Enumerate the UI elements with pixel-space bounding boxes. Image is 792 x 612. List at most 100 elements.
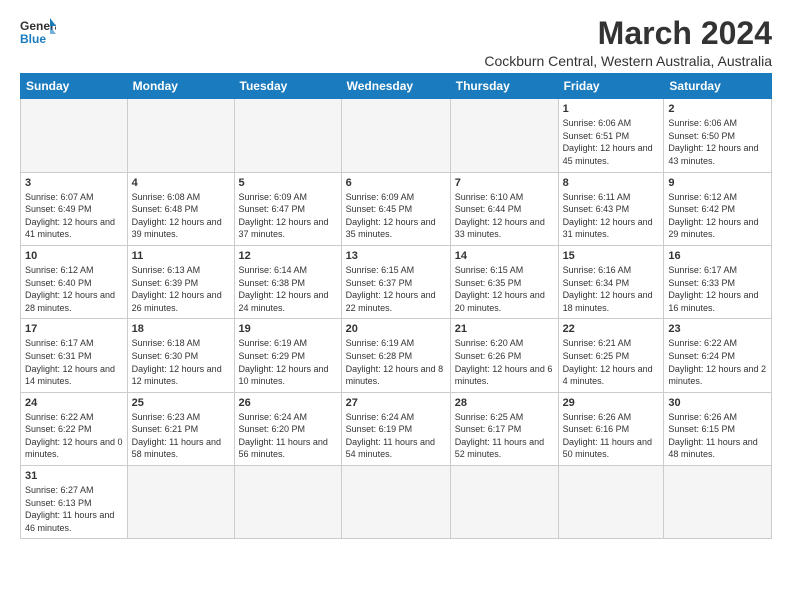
day-number: 19 bbox=[239, 323, 337, 335]
day-cell: 20 Sunrise: 6:19 AM Sunset: 6:28 PM Dayli… bbox=[341, 319, 450, 392]
day-cell: 31Sunrise: 6:27 AM Sunset: 6:13 PM Dayli… bbox=[21, 466, 128, 539]
day-cell: 30Sunrise: 6:26 AM Sunset: 6:15 PM Dayli… bbox=[664, 392, 772, 465]
title-area: March 2024 Cockburn Central, Western Aus… bbox=[484, 16, 772, 69]
day-header-wednesday: Wednesday bbox=[341, 74, 450, 99]
header: General Blue March 2024 Cockburn Central… bbox=[20, 16, 772, 69]
day-number: 23 bbox=[668, 323, 767, 335]
day-cell: 19 Sunrise: 6:19 AM Sunset: 6:29 PM Dayli… bbox=[234, 319, 341, 392]
day-info: Sunrise: 6:07 AM Sunset: 6:49 PM Dayligh… bbox=[25, 191, 123, 241]
day-cell bbox=[558, 466, 664, 539]
day-info: Sunrise: 6:26 AM Sunset: 6:16 PM Dayligh… bbox=[563, 411, 660, 461]
day-info: Sunrise: 6:10 AM Sunset: 6:44 PM Dayligh… bbox=[455, 191, 554, 241]
day-number: 16 bbox=[668, 250, 767, 262]
day-cell: 12 Sunrise: 6:14 AM Sunset: 6:38 PM Dayli… bbox=[234, 245, 341, 318]
day-header-sunday: Sunday bbox=[21, 74, 128, 99]
day-cell: 14 Sunrise: 6:15 AM Sunset: 6:35 PM Dayli… bbox=[450, 245, 558, 318]
day-cell: 6 Sunrise: 6:09 AM Sunset: 6:45 PM Daylig… bbox=[341, 172, 450, 245]
day-info: Sunrise: 6:22 AM Sunset: 6:22 PM Dayligh… bbox=[25, 411, 123, 461]
week-row-3: 10 Sunrise: 6:12 AM Sunset: 6:40 PM Dayli… bbox=[21, 245, 772, 318]
day-info: Sunrise: 6:13 AM Sunset: 6:39 PM Dayligh… bbox=[132, 264, 230, 314]
day-info: Sunrise: 6:24 AM Sunset: 6:19 PM Dayligh… bbox=[346, 411, 446, 461]
day-info: Sunrise: 6:22 AM Sunset: 6:24 PM Dayligh… bbox=[668, 337, 767, 387]
week-row-6: 31Sunrise: 6:27 AM Sunset: 6:13 PM Dayli… bbox=[21, 466, 772, 539]
day-cell: 5 Sunrise: 6:09 AM Sunset: 6:47 PM Daylig… bbox=[234, 172, 341, 245]
day-cell: 28Sunrise: 6:25 AM Sunset: 6:17 PM Dayli… bbox=[450, 392, 558, 465]
day-number: 14 bbox=[455, 250, 554, 262]
day-info: Sunrise: 6:27 AM Sunset: 6:13 PM Dayligh… bbox=[25, 484, 123, 534]
day-cell: 23 Sunrise: 6:22 AM Sunset: 6:24 PM Dayli… bbox=[664, 319, 772, 392]
day-info: Sunrise: 6:06 AM Sunset: 6:50 PM Dayligh… bbox=[668, 117, 767, 167]
day-info: Sunrise: 6:09 AM Sunset: 6:45 PM Dayligh… bbox=[346, 191, 446, 241]
day-info: Sunrise: 6:06 AM Sunset: 6:51 PM Dayligh… bbox=[563, 117, 660, 167]
day-info: Sunrise: 6:17 AM Sunset: 6:33 PM Dayligh… bbox=[668, 264, 767, 314]
day-cell: 24 Sunrise: 6:22 AM Sunset: 6:22 PM Dayli… bbox=[21, 392, 128, 465]
day-info: Sunrise: 6:19 AM Sunset: 6:28 PM Dayligh… bbox=[346, 337, 446, 387]
day-info: Sunrise: 6:12 AM Sunset: 6:40 PM Dayligh… bbox=[25, 264, 123, 314]
day-number: 25 bbox=[132, 397, 230, 409]
day-number: 6 bbox=[346, 177, 446, 189]
day-header-monday: Monday bbox=[127, 74, 234, 99]
day-cell: 22Sunrise: 6:21 AM Sunset: 6:25 PM Dayli… bbox=[558, 319, 664, 392]
day-number: 8 bbox=[563, 177, 660, 189]
day-number: 12 bbox=[239, 250, 337, 262]
logo: General Blue bbox=[20, 16, 56, 46]
day-cell bbox=[127, 466, 234, 539]
day-cell bbox=[127, 99, 234, 172]
day-cell: 27 Sunrise: 6:24 AM Sunset: 6:19 PM Dayli… bbox=[341, 392, 450, 465]
day-info: Sunrise: 6:20 AM Sunset: 6:26 PM Dayligh… bbox=[455, 337, 554, 387]
day-number: 27 bbox=[346, 397, 446, 409]
week-row-1: 1 Sunrise: 6:06 AM Sunset: 6:51 PM Daylig… bbox=[21, 99, 772, 172]
day-number: 10 bbox=[25, 250, 123, 262]
day-cell bbox=[450, 466, 558, 539]
day-info: Sunrise: 6:11 AM Sunset: 6:43 PM Dayligh… bbox=[563, 191, 660, 241]
week-row-2: 3Sunrise: 6:07 AM Sunset: 6:49 PM Daylig… bbox=[21, 172, 772, 245]
day-number: 4 bbox=[132, 177, 230, 189]
day-info: Sunrise: 6:09 AM Sunset: 6:47 PM Dayligh… bbox=[239, 191, 337, 241]
day-cell: 10 Sunrise: 6:12 AM Sunset: 6:40 PM Dayli… bbox=[21, 245, 128, 318]
day-info: Sunrise: 6:08 AM Sunset: 6:48 PM Dayligh… bbox=[132, 191, 230, 241]
day-number: 29 bbox=[563, 397, 660, 409]
day-number: 18 bbox=[132, 323, 230, 335]
day-number: 1 bbox=[563, 103, 660, 115]
day-cell: 7Sunrise: 6:10 AM Sunset: 6:44 PM Daylig… bbox=[450, 172, 558, 245]
day-cell bbox=[664, 466, 772, 539]
week-row-5: 24 Sunrise: 6:22 AM Sunset: 6:22 PM Dayli… bbox=[21, 392, 772, 465]
day-cell: 2Sunrise: 6:06 AM Sunset: 6:50 PM Daylig… bbox=[664, 99, 772, 172]
day-cell: 8 Sunrise: 6:11 AM Sunset: 6:43 PM Daylig… bbox=[558, 172, 664, 245]
day-cell: 13 Sunrise: 6:15 AM Sunset: 6:37 PM Dayli… bbox=[341, 245, 450, 318]
day-info: Sunrise: 6:17 AM Sunset: 6:31 PM Dayligh… bbox=[25, 337, 123, 387]
month-title: March 2024 bbox=[484, 16, 772, 51]
day-number: 22 bbox=[563, 323, 660, 335]
day-cell bbox=[341, 466, 450, 539]
day-number: 17 bbox=[25, 323, 123, 335]
day-cell bbox=[234, 466, 341, 539]
day-info: Sunrise: 6:14 AM Sunset: 6:38 PM Dayligh… bbox=[239, 264, 337, 314]
day-cell: 9 Sunrise: 6:12 AM Sunset: 6:42 PM Daylig… bbox=[664, 172, 772, 245]
day-number: 20 bbox=[346, 323, 446, 335]
day-cell bbox=[341, 99, 450, 172]
day-number: 24 bbox=[25, 397, 123, 409]
day-cell: 4 Sunrise: 6:08 AM Sunset: 6:48 PM Daylig… bbox=[127, 172, 234, 245]
day-number: 13 bbox=[346, 250, 446, 262]
day-info: Sunrise: 6:15 AM Sunset: 6:35 PM Dayligh… bbox=[455, 264, 554, 314]
day-cell: 21Sunrise: 6:20 AM Sunset: 6:26 PM Dayli… bbox=[450, 319, 558, 392]
day-number: 5 bbox=[239, 177, 337, 189]
location-subtitle: Cockburn Central, Western Australia, Aus… bbox=[484, 53, 772, 69]
week-row-4: 17 Sunrise: 6:17 AM Sunset: 6:31 PM Dayli… bbox=[21, 319, 772, 392]
day-cell: 11Sunrise: 6:13 AM Sunset: 6:39 PM Dayli… bbox=[127, 245, 234, 318]
day-info: Sunrise: 6:12 AM Sunset: 6:42 PM Dayligh… bbox=[668, 191, 767, 241]
day-number: 9 bbox=[668, 177, 767, 189]
day-cell bbox=[234, 99, 341, 172]
day-number: 15 bbox=[563, 250, 660, 262]
day-info: Sunrise: 6:15 AM Sunset: 6:37 PM Dayligh… bbox=[346, 264, 446, 314]
day-cell bbox=[450, 99, 558, 172]
day-header-thursday: Thursday bbox=[450, 74, 558, 99]
day-info: Sunrise: 6:19 AM Sunset: 6:29 PM Dayligh… bbox=[239, 337, 337, 387]
day-number: 26 bbox=[239, 397, 337, 409]
day-header-friday: Friday bbox=[558, 74, 664, 99]
day-info: Sunrise: 6:25 AM Sunset: 6:17 PM Dayligh… bbox=[455, 411, 554, 461]
calendar-table: SundayMondayTuesdayWednesdayThursdayFrid… bbox=[20, 73, 772, 539]
day-header-saturday: Saturday bbox=[664, 74, 772, 99]
day-cell: 18Sunrise: 6:18 AM Sunset: 6:30 PM Dayli… bbox=[127, 319, 234, 392]
day-info: Sunrise: 6:23 AM Sunset: 6:21 PM Dayligh… bbox=[132, 411, 230, 461]
